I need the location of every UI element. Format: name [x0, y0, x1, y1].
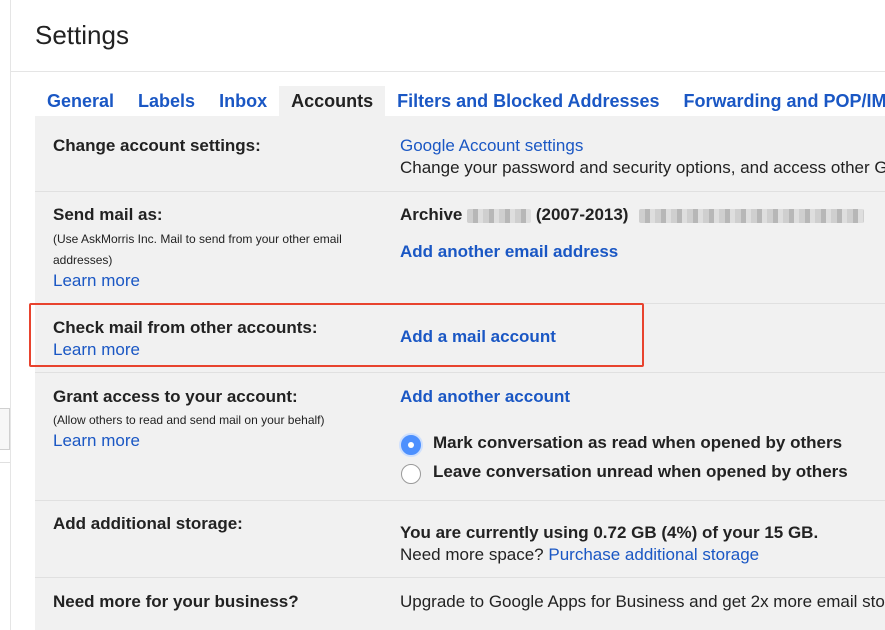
leave-unread-radio[interactable]: [401, 464, 421, 484]
page-title: Settings: [35, 20, 129, 50]
mark-read-radio-label: Mark conversation as read when opened by…: [433, 433, 843, 452]
left-rail: [0, 0, 11, 630]
google-account-settings-link[interactable]: Google Account settings: [400, 136, 583, 156]
grant-access-help: (Allow others to read and send mail on y…: [53, 413, 325, 427]
change-account-description: Change your password and security option…: [400, 158, 885, 177]
tab-general[interactable]: General: [35, 86, 126, 116]
grant-access-learn-more-link[interactable]: Learn more: [53, 431, 140, 451]
send-as-account-prefix: Archive: [400, 205, 463, 224]
settings-page: Settings General Labels Inbox Accounts F…: [0, 0, 885, 630]
add-another-account-link[interactable]: Add another account: [400, 387, 570, 407]
tab-filters-and-blocked-addresses[interactable]: Filters and Blocked Addresses: [385, 86, 671, 116]
need-more-space-text: Need more space?: [400, 545, 544, 564]
left-rail-button[interactable]: [0, 408, 10, 450]
tab-forwarding-and-pop-imap[interactable]: Forwarding and POP/IMAP: [672, 86, 885, 116]
send-mail-as-learn-more-link[interactable]: Learn more: [53, 271, 140, 291]
send-as-account-entry: Archive (2007-2013): [400, 205, 865, 225]
leave-unread-radio-label: Leave conversation unread when opened by…: [433, 462, 848, 481]
storage-usage-text: You are currently using 0.72 GB (4%) of …: [400, 523, 819, 542]
business-upgrade-text: Upgrade to Google Apps for Business and …: [400, 592, 885, 611]
send-as-account-suffix: (2007-2013): [535, 205, 629, 224]
send-mail-as-label: Send mail as:: [53, 205, 163, 224]
tab-accounts[interactable]: Accounts: [279, 86, 386, 116]
business-label: Need more for your business?: [53, 592, 299, 611]
change-account-settings-label: Change account settings:: [53, 136, 261, 155]
left-rail-divider: [0, 462, 10, 463]
add-another-email-address-link[interactable]: Add another email address: [400, 242, 618, 262]
mark-read-radio[interactable]: [401, 435, 421, 455]
tab-inbox[interactable]: Inbox: [207, 86, 279, 116]
additional-storage-label: Add additional storage:: [53, 514, 243, 533]
grant-access-label: Grant access to your account:: [53, 387, 298, 406]
settings-tabs: General Labels Inbox Accounts Filters an…: [35, 86, 885, 116]
title-divider: [10, 71, 885, 72]
tab-labels[interactable]: Labels: [126, 86, 207, 116]
purchase-additional-storage-link[interactable]: Purchase additional storage: [548, 545, 759, 564]
redacted-name-blur: [467, 208, 532, 223]
storage-need-more-line: Need more space? Purchase additional sto…: [400, 545, 759, 565]
highlight-box: [29, 303, 644, 367]
send-mail-as-help: (Use AskMorris Inc. Mail to send from yo…: [53, 232, 342, 267]
redacted-email-blur: [639, 208, 865, 223]
